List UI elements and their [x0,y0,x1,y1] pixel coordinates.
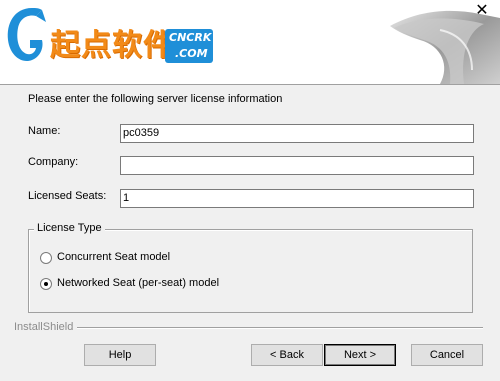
next-button[interactable]: Next > [324,344,396,366]
site-logo: 起点软件 CNCRK .COM [2,2,222,72]
radio-checked-icon[interactable] [40,278,52,290]
company-label: Company: [28,156,79,168]
dialog-header: 起点软件 CNCRK .COM ✕ [0,0,500,85]
logo-swirl-icon [7,8,46,62]
networked-seat-label: Networked Seat (per-seat) model [57,277,220,289]
licensed-seats-field[interactable] [120,189,474,208]
license-type-title: License Type [34,222,105,234]
footer-divider [77,327,483,329]
name-label: Name: [28,125,61,137]
help-button[interactable]: Help [84,344,156,366]
logo-badge-top: CNCRK [169,31,212,44]
license-type-group [28,229,473,313]
logo-text: 起点软件 [50,28,174,63]
instruction-text: Please enter the following server licens… [28,93,283,105]
licensed-seats-label: Licensed Seats: [28,190,107,202]
logo-badge: CNCRK .COM [165,29,213,63]
radio-unchecked-icon[interactable] [40,252,52,264]
company-field[interactable] [120,156,474,175]
installshield-brand: InstallShield [14,321,74,333]
logo-badge-bottom: .COM [175,47,208,60]
cancel-button[interactable]: Cancel [411,344,483,366]
close-button[interactable]: ✕ [472,2,492,20]
back-button[interactable]: < Back [251,344,323,366]
concurrent-seat-label: Concurrent Seat model [57,251,171,263]
name-field[interactable] [120,124,474,143]
radio-dot-icon [44,282,48,286]
